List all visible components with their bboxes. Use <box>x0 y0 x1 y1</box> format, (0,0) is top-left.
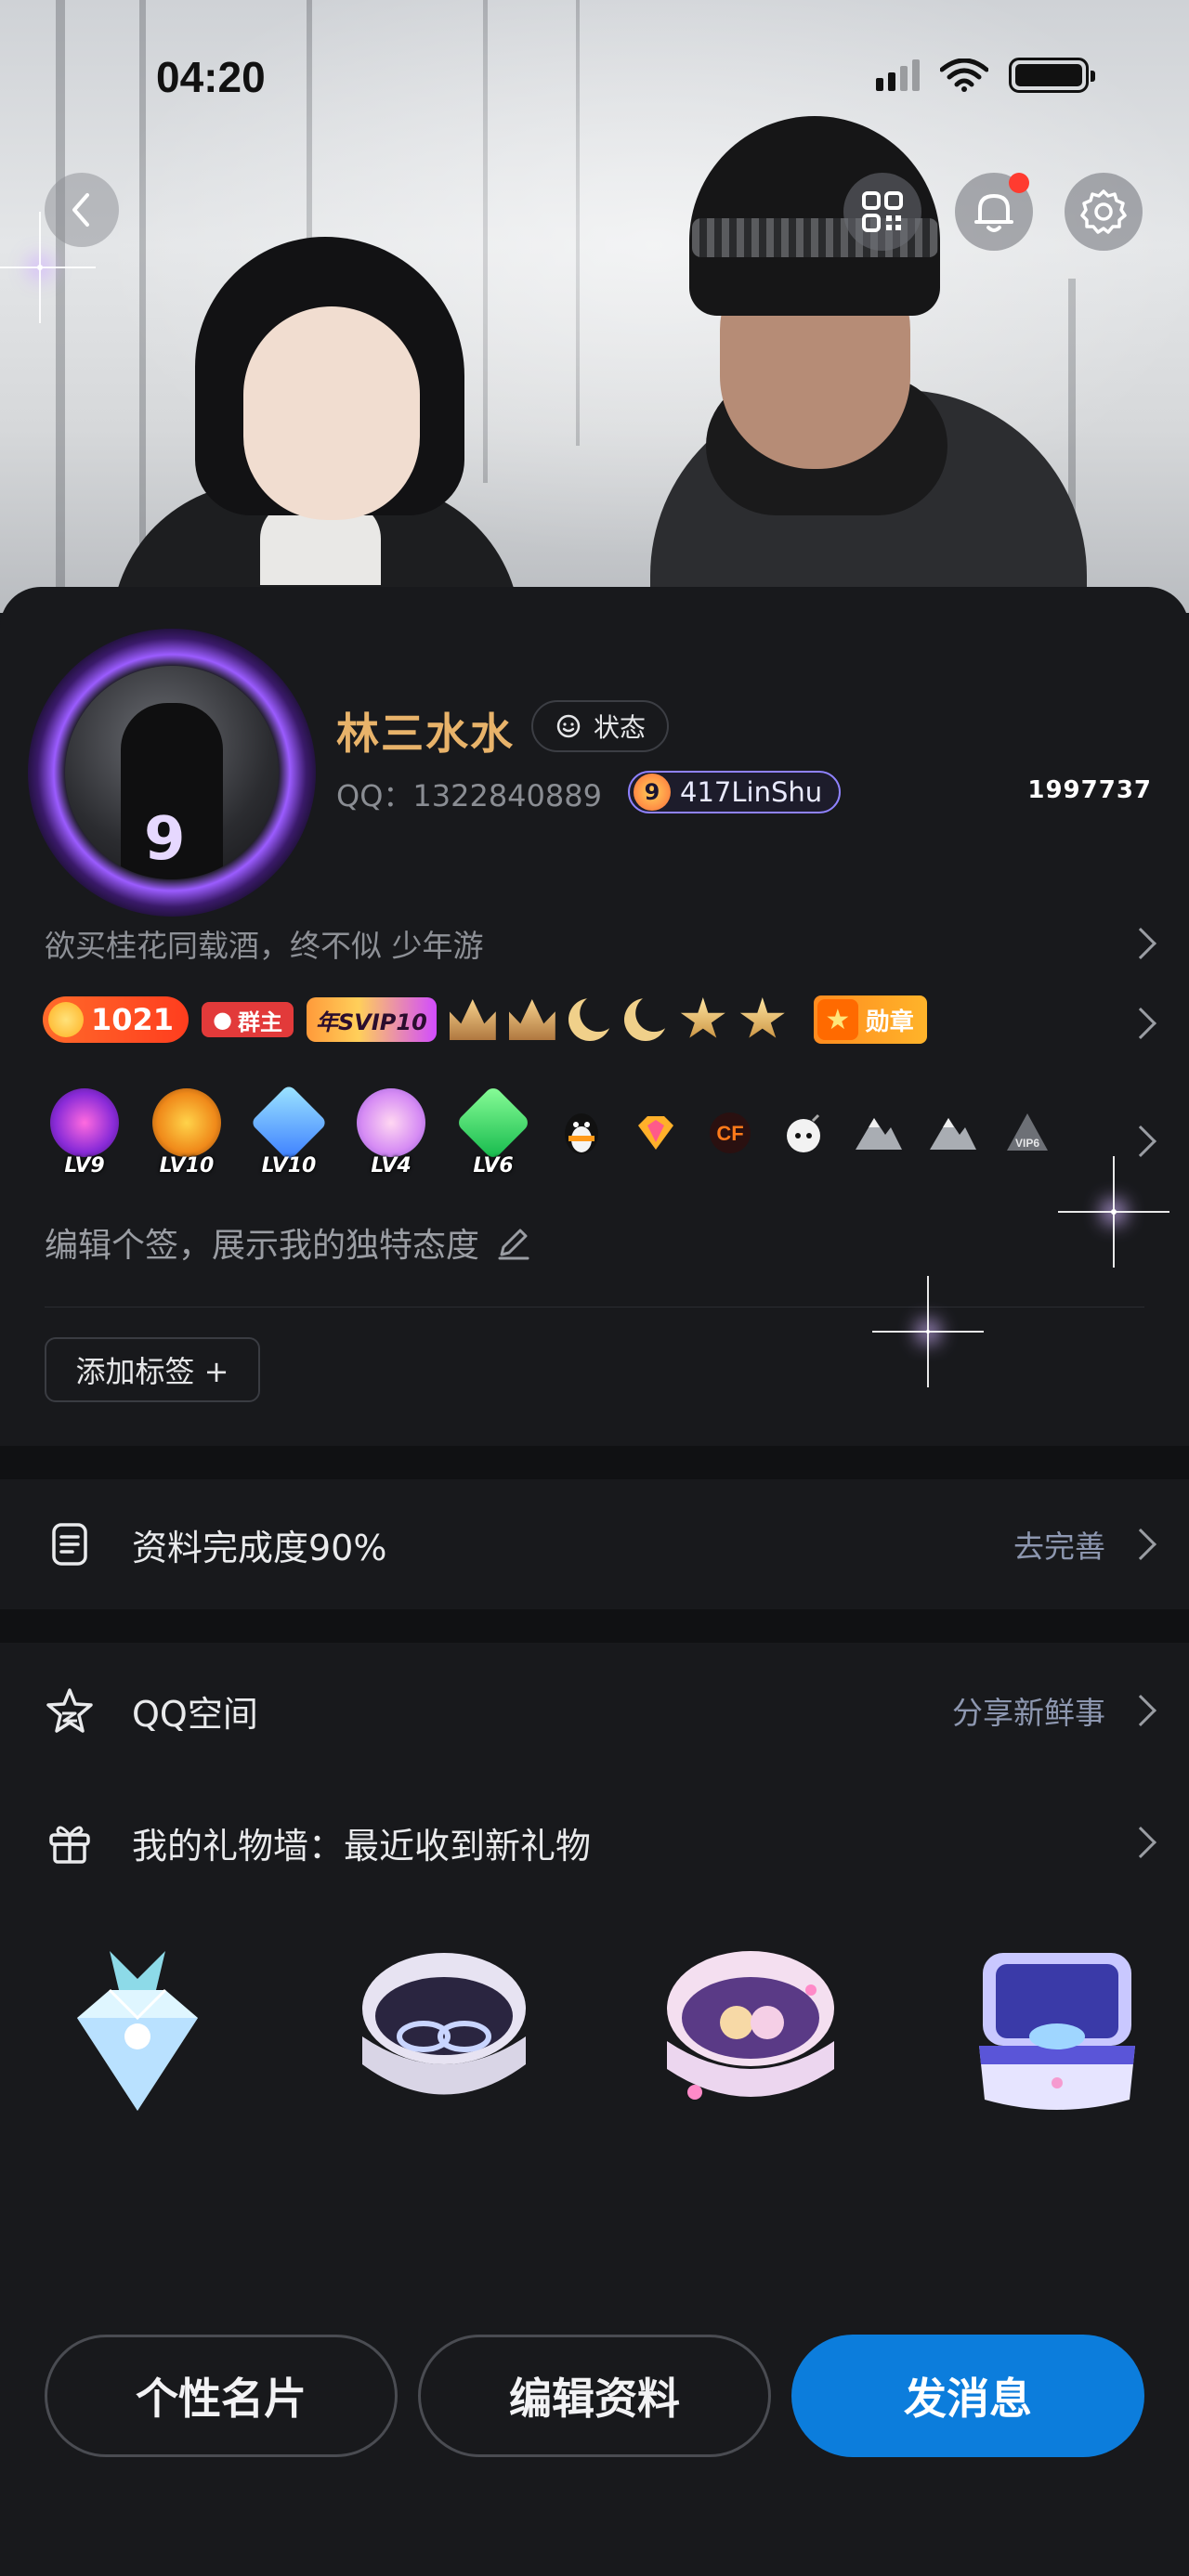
gift-wall-label: 我的礼物墙：最近收到新礼物 <box>132 1825 592 1867</box>
moon-icon <box>623 998 667 1041</box>
add-tag-button[interactable]: 添加标签 + <box>45 1337 260 1402</box>
heart-gem-icon[interactable] <box>628 1105 684 1161</box>
star-level-badge[interactable]: LV10 <box>247 1084 331 1177</box>
notification-dot <box>1009 173 1029 193</box>
group-owner-label: 群主 <box>238 1008 283 1035</box>
diamond-gift-icon[interactable] <box>45 1930 230 2134</box>
cellular-signal-icon <box>876 59 920 91</box>
group-owner-badge[interactable]: ● 群主 <box>202 1002 294 1037</box>
qq-number[interactable]: QQ：1322840889 <box>336 773 602 815</box>
edit-signature-field[interactable]: 编辑个签，展示我的独特态度 <box>45 1218 531 1267</box>
smiley-plus-icon <box>556 714 581 738</box>
level-label: LV6 <box>473 1154 514 1177</box>
completion-section: 资料完成度90% 去完善 <box>0 1479 1189 1609</box>
coin-badge[interactable]: 1021 <box>43 996 189 1043</box>
chevron-right-icon[interactable] <box>1125 928 1156 959</box>
level-label: LV9 <box>64 1154 105 1177</box>
svip-label: 年SVIP10 <box>316 1008 427 1035</box>
cover-photo[interactable]: 04:20 <box>0 0 1189 613</box>
gift-list <box>45 1930 1150 2134</box>
profile-card-button[interactable]: 个性名片 <box>45 2335 398 2457</box>
avatar-frame[interactable]: 9 <box>28 629 316 917</box>
status-label: 状态 <box>593 712 646 743</box>
penguin-icon[interactable] <box>554 1105 609 1161</box>
crown-icon <box>449 999 496 1040</box>
gear-icon <box>1080 189 1127 234</box>
vip-level-badge[interactable]: LV10 <box>145 1088 229 1177</box>
back-button[interactable] <box>45 173 119 247</box>
edit-signature-placeholder: 编辑个签，展示我的独特态度 <box>45 1227 480 1265</box>
avatar[interactable]: 9 <box>65 666 279 879</box>
teddy-bear-box-gift-icon[interactable] <box>658 1930 843 2134</box>
avatar-frame-9-icon: 9 <box>144 805 186 874</box>
vip6-icon[interactable]: VIP6 <box>1000 1105 1055 1161</box>
lightning-level-badge[interactable]: LV6 <box>451 1085 535 1177</box>
level-label: LV4 <box>371 1154 412 1177</box>
bell-icon <box>974 194 1013 232</box>
mountain-icon[interactable] <box>925 1105 981 1161</box>
coin-icon <box>48 1002 84 1037</box>
heart-level-badge[interactable]: LV4 <box>349 1088 433 1177</box>
qzone-row[interactable]: QQ空间 分享新鲜事 <box>45 1673 1152 1748</box>
ring-box-gift-icon[interactable] <box>351 1930 537 2134</box>
coin-count: 1021 <box>91 1002 175 1037</box>
star-icon <box>739 997 785 1038</box>
battery-icon <box>1009 58 1095 93</box>
qzone-label: QQ空间 <box>132 1693 258 1735</box>
qr-code-icon <box>862 191 903 232</box>
star-icon <box>680 997 725 1038</box>
bomb-icon[interactable] <box>777 1105 832 1161</box>
vip-name: 417LinShu <box>680 776 823 808</box>
moon-icon <box>568 998 611 1041</box>
document-icon <box>45 1519 95 1569</box>
notifications-button[interactable] <box>955 173 1033 251</box>
completion-label: 资料完成度90% <box>132 1527 387 1568</box>
vip-badge[interactable]: 9 417LinShu <box>628 771 842 813</box>
divider <box>45 1307 1144 1308</box>
qq-level-badge[interactable]: LV9 <box>43 1088 126 1177</box>
profile-count: 1997737 <box>1027 776 1152 804</box>
edit-profile-button[interactable]: 编辑资料 <box>418 2335 771 2457</box>
svg-text:VIP6: VIP6 <box>1015 1137 1039 1150</box>
completion-row[interactable]: 资料完成度90% 去完善 <box>45 1507 1152 1581</box>
level-badges-row[interactable]: LV9 LV10 LV10 LV4 LV6 CF VIP6 <box>43 1084 1055 1177</box>
sparkle-decoration <box>926 1330 930 1334</box>
medal-badge[interactable]: ★ 勋章 <box>813 995 927 1044</box>
crown-icon <box>508 999 555 1040</box>
svip-badge[interactable]: 年SVIP10 <box>307 997 437 1042</box>
wifi-icon <box>940 59 988 92</box>
vip-level-icon: 9 <box>634 774 671 811</box>
person-icon: ● <box>213 1007 233 1033</box>
sparkle-decoration <box>37 265 43 270</box>
chevron-right-icon[interactable] <box>1125 1008 1156 1039</box>
cf-game-icon[interactable]: CF <box>702 1105 758 1161</box>
pencil-icon <box>498 1229 529 1260</box>
gift-wall-row[interactable]: 我的礼物墙：最近收到新礼物 <box>45 1805 1152 1880</box>
dolphin-box-gift-icon[interactable] <box>964 1930 1150 2134</box>
status-button[interactable]: 状态 <box>531 700 669 752</box>
sparkle-decoration <box>1111 1209 1117 1215</box>
qr-code-button[interactable] <box>843 173 921 251</box>
profile-card: 9 林三水水 状态 QQ：1322840889 9 417LinShu 1997… <box>0 587 1189 1446</box>
send-message-button[interactable]: 发消息 <box>791 2335 1144 2457</box>
qzone-action[interactable]: 分享新鲜事 <box>952 1688 1105 1733</box>
settings-button[interactable] <box>1065 173 1143 251</box>
status-time: 04:20 <box>156 53 266 101</box>
medal-label: 勋章 <box>865 1008 914 1036</box>
svg-text:CF: CF <box>716 1122 743 1145</box>
star-icon <box>45 1685 95 1736</box>
mountain-icon[interactable] <box>851 1105 907 1161</box>
chevron-left-icon <box>72 193 89 227</box>
profile-name[interactable]: 林三水水 <box>336 700 515 761</box>
signature-line[interactable]: 欲买桂花同载酒，终不似 少年游 <box>45 921 484 966</box>
level-label: LV10 <box>159 1154 215 1177</box>
gift-icon <box>45 1817 95 1867</box>
level-label: LV10 <box>261 1154 317 1177</box>
badges-row[interactable]: 1021 ● 群主 年SVIP10 ★ 勋章 <box>43 995 927 1044</box>
completion-action[interactable]: 去完善 <box>1013 1522 1105 1567</box>
medal-star-icon: ★ <box>817 999 858 1040</box>
chevron-right-icon[interactable] <box>1125 1125 1156 1157</box>
status-icons <box>876 58 1095 93</box>
